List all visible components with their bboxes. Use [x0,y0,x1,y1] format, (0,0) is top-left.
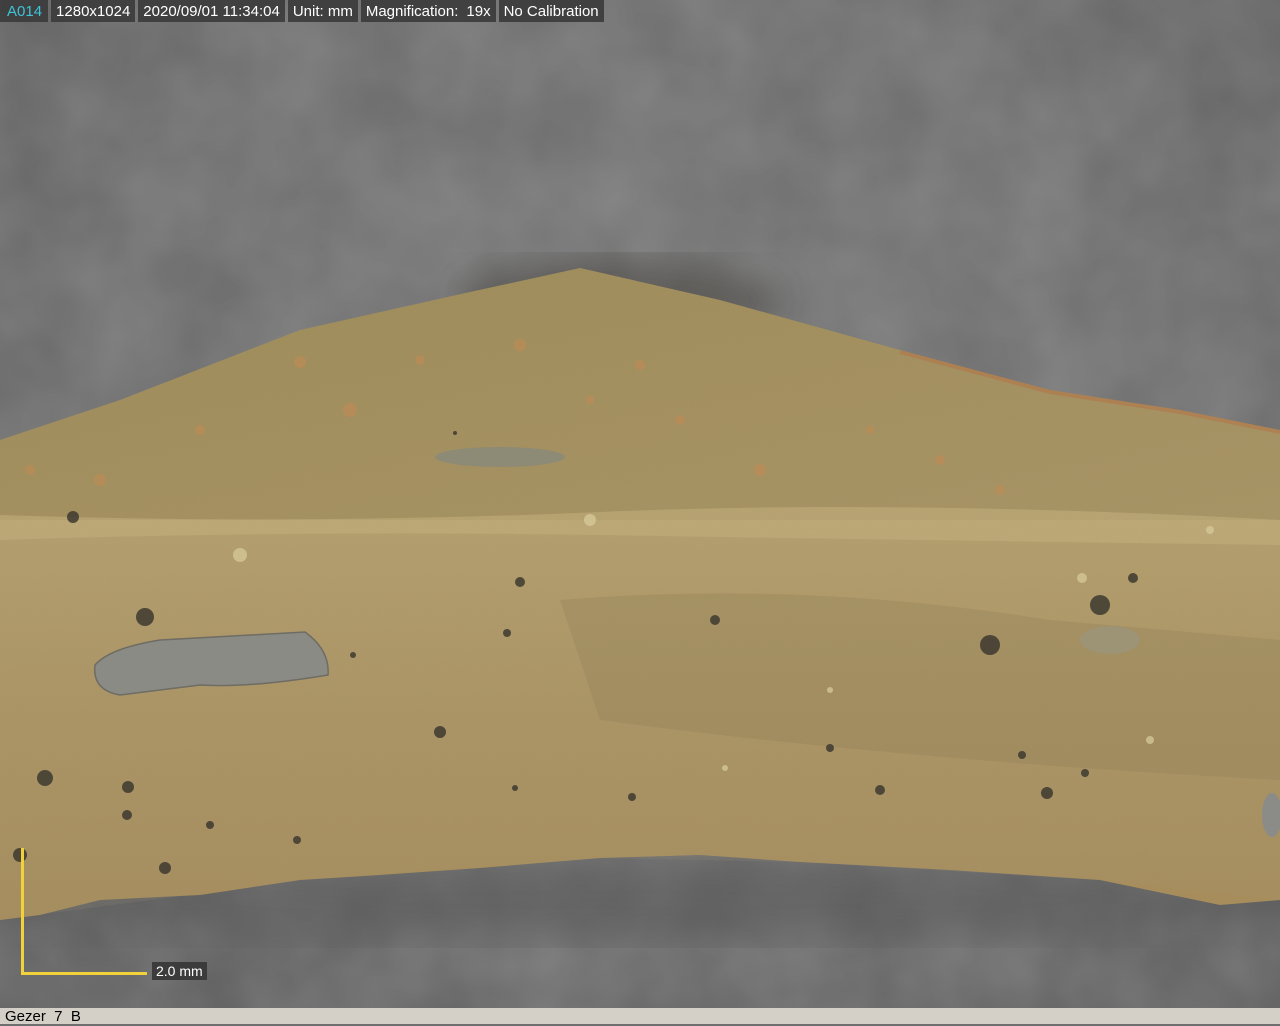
scale-bar [21,848,147,975]
timestamp-label: 2020/09/01 11:34:04 [138,0,285,22]
magnification-value: 19x [466,3,491,20]
unit-label: Unit: mm [287,0,358,22]
caption-bar: Gezer 7 B [0,1008,1280,1025]
scale-bar-label: 2.0 mm [152,962,207,980]
scale-bar-vertical [21,848,24,975]
calibration-label: No Calibration [498,0,604,22]
scale-bar-horizontal [21,972,147,975]
magnification-label: Magnification: 19x [360,0,496,22]
image-info-bar: A014 1280x1024 2020/09/01 11:34:04 Unit:… [0,0,604,22]
image-id-label: A014 [0,0,49,22]
resolution-label: 1280x1024 [51,0,136,22]
specimen-caption: Gezer 7 B [5,1008,81,1025]
microscope-image-viewport [0,0,1280,1008]
magnification-caption: Magnification: [365,3,459,20]
sherd-photograph [0,0,1280,1008]
